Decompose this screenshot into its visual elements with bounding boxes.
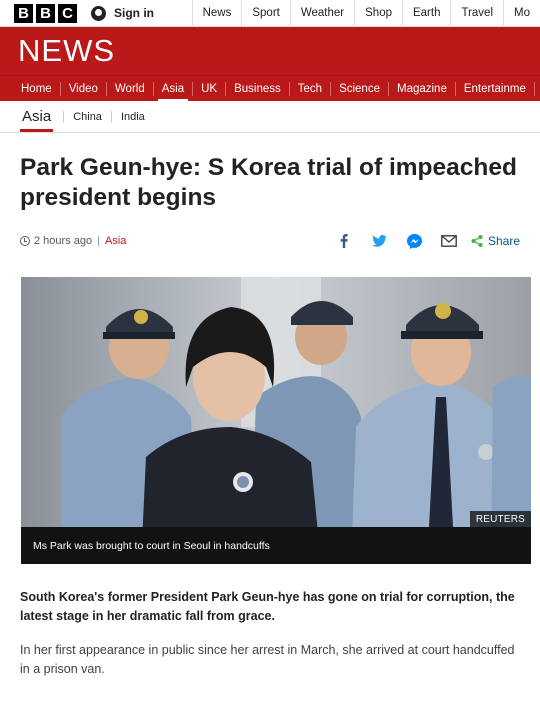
share-tools: Share: [327, 231, 520, 251]
article-headline: Park Geun-hye: S Korea trial of impeache…: [20, 154, 517, 211]
sub-nav-china[interactable]: China: [63, 110, 111, 123]
sign-in-label: Sign in: [114, 6, 154, 20]
top-nav-sport[interactable]: Sport: [241, 0, 290, 26]
section-nav-uk[interactable]: UK: [193, 81, 227, 96]
facebook-icon[interactable]: [327, 231, 362, 251]
image-caption: Ms Park was brought to court in Seoul in…: [21, 527, 531, 564]
user-icon: [91, 5, 106, 21]
section-nav-business[interactable]: Business: [226, 81, 290, 96]
section-nav-magazine[interactable]: Magazine: [389, 81, 456, 96]
email-icon[interactable]: [432, 231, 467, 251]
twitter-icon[interactable]: [362, 231, 397, 251]
sub-nav: Asia China India: [0, 101, 540, 133]
section-nav: Home Video World Asia UK Business Tech S…: [0, 75, 540, 101]
bbc-logo-letter: B: [36, 3, 55, 23]
share-label: Share: [487, 234, 520, 248]
top-nav-shop[interactable]: Shop: [354, 0, 402, 26]
top-nav-more[interactable]: Mo: [503, 0, 540, 26]
article-photo: REUTERS Ms Park was brought to court in …: [21, 277, 531, 564]
sub-nav-current[interactable]: Asia: [20, 108, 54, 132]
article-lead: South Korea's former President Park Geun…: [20, 590, 515, 623]
bbc-masthead: B B C Sign in News Sport Weather Shop Ea…: [0, 0, 540, 27]
top-nav-news[interactable]: News: [191, 0, 242, 26]
news-wordmark[interactable]: NEWS: [18, 33, 115, 69]
top-nav-travel[interactable]: Travel: [450, 0, 503, 26]
photo-illustration: [21, 277, 531, 564]
article-paragraph: In her first appearance in public since …: [20, 643, 515, 676]
bbc-logo[interactable]: B B C: [0, 0, 77, 26]
image-credit: REUTERS: [469, 511, 531, 528]
article-timestamp: 2 hours ago: [34, 235, 93, 247]
section-nav-asia[interactable]: Asia: [154, 81, 194, 101]
section-nav-entertainment[interactable]: Entertainme: [456, 81, 535, 96]
section-nav-tech[interactable]: Tech: [290, 81, 332, 96]
share-button[interactable]: Share: [471, 234, 520, 248]
top-nav-earth[interactable]: Earth: [401, 0, 451, 26]
article-meta: 2 hours ago | Asia Share: [20, 231, 520, 251]
section-nav-science[interactable]: Science: [331, 81, 389, 96]
section-nav-home[interactable]: Home: [0, 81, 61, 96]
messenger-icon[interactable]: [397, 231, 432, 251]
sub-nav-india[interactable]: India: [110, 110, 154, 123]
bbc-logo-letter: B: [14, 3, 33, 23]
section-nav-video[interactable]: Video: [61, 81, 107, 96]
top-nav: News Sport Weather Shop Earth Travel Mo: [191, 0, 540, 26]
sign-in-link[interactable]: Sign in: [91, 0, 192, 26]
top-nav-weather[interactable]: Weather: [289, 0, 354, 26]
share-icon: [471, 235, 483, 247]
article-section-link[interactable]: Asia: [105, 235, 126, 247]
bbc-logo-letter: C: [58, 3, 77, 23]
news-banner: NEWS: [0, 27, 540, 75]
clock-icon: [20, 236, 30, 246]
meta-divider: |: [97, 235, 100, 247]
section-nav-world[interactable]: World: [107, 81, 154, 96]
